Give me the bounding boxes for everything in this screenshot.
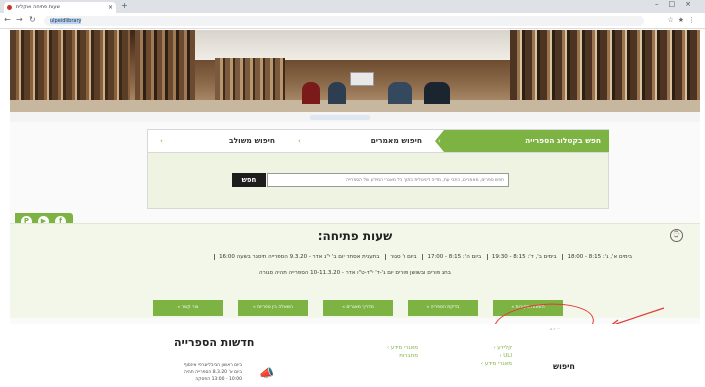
news-line: ביום א' 8.3.20 הספרייה תהיה xyxy=(183,370,242,375)
quick-link-check[interactable]: בדיקת הספריה » xyxy=(408,300,478,316)
news-body: ביום ראשון הביבליוגרפי אינסוף ביום א' 8.… xyxy=(142,362,242,383)
quick-link-interlibrary[interactable]: השאלה בין ספריות » xyxy=(238,300,308,316)
extension-icons[interactable]: ☆★⋮ xyxy=(667,16,699,24)
close-tab-icon[interactable]: × xyxy=(108,2,113,13)
links-column: קלידע › ULI › מאגרי מידע › xyxy=(472,344,512,368)
tab-title: שעות פתיחה ואקלית xyxy=(16,4,61,10)
hero-person xyxy=(424,82,450,104)
hero-caption-bar xyxy=(10,112,700,122)
library-hero-image xyxy=(10,30,700,112)
quick-links: הזמנות מקורות » בדיקת הספריה » מדריך מאג… xyxy=(10,300,700,324)
chevron-left-icon: ‹ xyxy=(298,137,301,145)
chevron-left-icon: ‹ xyxy=(160,137,163,145)
new-tab-icon[interactable]: + xyxy=(121,1,128,10)
hours-item: ביום ו' סגור xyxy=(385,254,421,260)
hours-title: שעות פתיחה: xyxy=(317,229,393,243)
link-item[interactable]: ULI › xyxy=(472,352,512,360)
holiday-note: בחג פורים ובשושן פורים יום ג'-ד' י"ד-ט"ו… xyxy=(259,270,451,276)
news-title: חדשות הספרייה xyxy=(174,336,255,349)
quick-link-databases[interactable]: מדריך מאגרים » xyxy=(323,300,393,316)
search-tabs: חפש בקטלוג הספרייה ‹ חיפוש מאמרים ‹ חיפו… xyxy=(147,129,609,153)
hours-item: בימים ב', ד': 8:15 - 19:30 xyxy=(486,254,561,260)
bottom-section: ⌂ » ··· חדשות הספרייה ביום ראשון הביבליו… xyxy=(10,324,700,387)
screenshot: שעות פתיחה ואקלית × + –□× ← → ↻ ulpeidli… xyxy=(0,0,705,387)
link-item[interactable]: מאגרי מידע › xyxy=(368,344,418,352)
tab-catalog-search[interactable]: חפש בקטלוג הספרייה xyxy=(435,130,609,152)
chevron-left-icon: ‹ xyxy=(438,137,441,145)
link-item[interactable]: מאגרי מידע › xyxy=(472,360,512,368)
search-panel: חפש ספרים, מאמרים, כתבי עת, מדיה דיגיטלי… xyxy=(147,153,609,209)
browser-toolbar: ← → ↻ ulpeidlibrary ☆★⋮ xyxy=(0,13,705,29)
megaphone-icon: 📣 xyxy=(259,366,274,380)
link-item[interactable]: קלידע › xyxy=(472,344,512,352)
hours-item: ביום ה': 8:15 - 17:00 xyxy=(422,254,486,260)
browser-tab-bar: שעות פתיחה ואקלית × + –□× xyxy=(0,0,705,13)
hero-ceiling xyxy=(190,30,520,60)
hours-row: בימים א', ג': 8:15 - 18:00 בימים ב', ד':… xyxy=(106,254,636,266)
reload-icon[interactable]: ↻ xyxy=(29,15,36,24)
page: חפש בקטלוג הספרייה ‹ חיפוש מאמרים ‹ חיפו… xyxy=(10,30,700,387)
address-bar[interactable]: ulpeidlibrary xyxy=(44,16,644,26)
hero-person xyxy=(302,82,320,104)
search-button[interactable]: חפש xyxy=(232,173,266,187)
links-column: מאגרי מידע › מחברות xyxy=(368,344,418,360)
url-text: ulpeidlibrary xyxy=(50,18,82,24)
window-controls[interactable]: –□× xyxy=(655,0,701,8)
back-icon[interactable]: ← xyxy=(4,15,11,24)
tab-articles-search[interactable]: חיפוש מאמרים xyxy=(288,130,428,152)
news-line: ביום ראשון הביבליוגרפי אינסוף xyxy=(183,363,242,368)
favicon-icon xyxy=(7,5,12,10)
news-line: 10:00 - 13:00 הפסקה xyxy=(195,377,242,382)
hero-floor xyxy=(10,100,700,112)
hero-caption-pill xyxy=(310,115,370,120)
forward-icon[interactable]: → xyxy=(16,15,23,24)
hero-person xyxy=(388,82,412,104)
hours-item: בימים א', ג': 8:15 - 18:00 xyxy=(562,254,636,260)
search-heading: חיפוש xyxy=(553,362,575,371)
tab-combined-search[interactable]: חיפוש משולב xyxy=(148,130,283,152)
link-item[interactable]: מחברות xyxy=(368,352,418,360)
search-input[interactable]: חפש ספרים, מאמרים, כתבי עת, מדיה דיגיטלי… xyxy=(267,173,509,187)
hero-screen xyxy=(350,72,374,86)
quick-link-contact[interactable]: צור קשר » xyxy=(153,300,223,316)
hours-item: בתענית אסתר יום ב' י"ג אדר - 9.3.20 הספר… xyxy=(214,254,384,260)
hero-person xyxy=(328,82,346,104)
breadcrumb: ⌂ » ··· xyxy=(550,327,560,331)
alarm-clock-icon: ⌚ xyxy=(670,229,683,242)
browser-tab[interactable]: שעות פתיחה ואקלית × xyxy=(4,2,116,13)
